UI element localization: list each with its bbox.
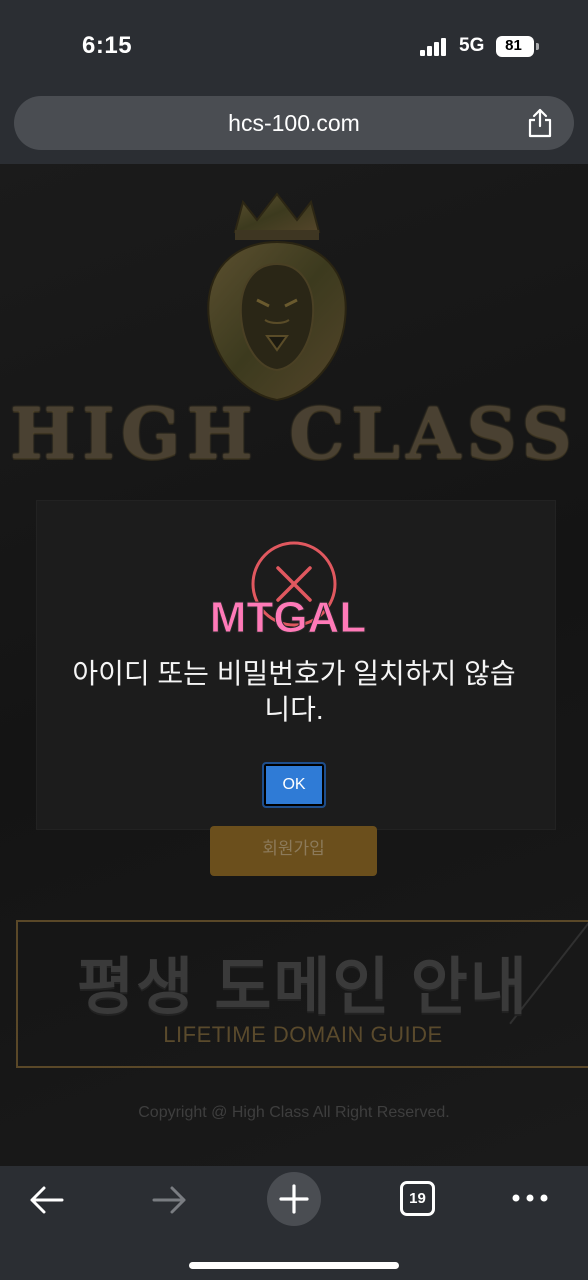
- signup-button[interactable]: 회원가입: [210, 826, 377, 876]
- domain-guide-title: 평생 도메인 안내: [77, 953, 529, 1022]
- brand-title: HIGH CLASS: [10, 392, 578, 475]
- tabs-button[interactable]: 19: [400, 1181, 435, 1216]
- alert-message: 아이디 또는 비밀번호가 일치하지 않습니다.: [72, 658, 516, 725]
- battery-icon: 81: [496, 36, 539, 57]
- plus-icon: [279, 1184, 309, 1214]
- status-time: 6:15: [82, 32, 133, 59]
- watermark-logo: MTGAL: [209, 593, 366, 643]
- share-icon[interactable]: [526, 108, 554, 138]
- domain-guide-banner[interactable]: 평생 도메인 안내 LIFETIME DOMAIN GUIDE: [16, 920, 588, 1068]
- watermark-text: MTGAL: [210, 593, 366, 642]
- url-text[interactable]: hcs-100.com: [14, 110, 574, 137]
- ok-button[interactable]: OK: [262, 762, 326, 808]
- domain-guide-subtitle: LIFETIME DOMAIN GUIDE: [163, 1022, 443, 1047]
- forward-icon[interactable]: [150, 1180, 190, 1220]
- more-icon[interactable]: [510, 1188, 550, 1208]
- copyright-text: Copyright @ High Class All Right Reserve…: [138, 1104, 450, 1121]
- browser-address-area: hcs-100.com: [0, 90, 588, 164]
- browser-toolbar: 19: [0, 1166, 588, 1280]
- battery-level: 81: [505, 37, 522, 54]
- signal-icon: [420, 38, 450, 56]
- home-indicator[interactable]: [189, 1262, 399, 1269]
- back-icon[interactable]: [26, 1180, 66, 1220]
- address-bar[interactable]: hcs-100.com: [14, 96, 574, 150]
- lion-logo: [207, 192, 347, 402]
- status-bar: 6:15 5G 81: [0, 0, 588, 90]
- network-label: 5G: [459, 35, 485, 56]
- new-tab-button[interactable]: [267, 1172, 321, 1226]
